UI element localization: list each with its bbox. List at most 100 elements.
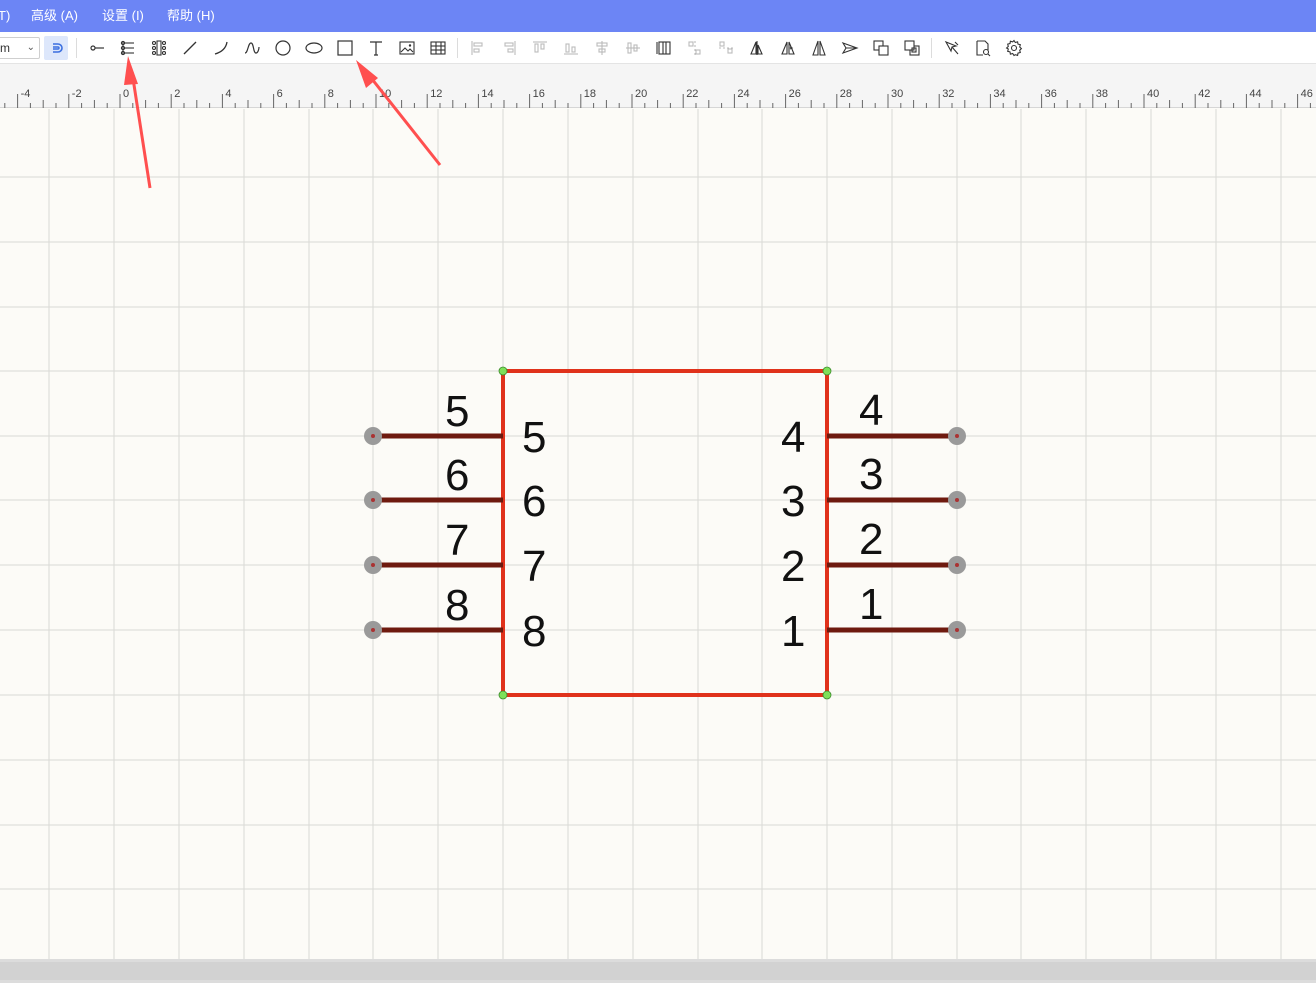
line-icon[interactable] — [178, 36, 202, 60]
pin-number-label: 1 — [859, 580, 884, 629]
pin-endpoint-dot — [371, 563, 375, 567]
ruler-label: 36 — [1044, 88, 1057, 100]
snap-magnet-icon[interactable] — [44, 36, 68, 60]
pin-endpoint-dot — [371, 628, 375, 632]
pin-name-label: 7 — [522, 542, 547, 591]
grid-align-icon[interactable] — [652, 36, 676, 60]
align-top-icon[interactable] — [528, 36, 552, 60]
chevron-down-icon: ⌄ — [26, 42, 35, 53]
mirror-icon[interactable] — [807, 36, 831, 60]
rectangle-icon[interactable] — [333, 36, 357, 60]
ellipse-icon[interactable] — [302, 36, 326, 60]
table-icon[interactable] — [426, 36, 450, 60]
scrollbar-thumb[interactable] — [0, 962, 1316, 980]
align-center-v-icon[interactable] — [621, 36, 645, 60]
symbol-check-icon[interactable] — [971, 36, 995, 60]
ruler-label: 44 — [1249, 88, 1262, 100]
ruler-label: 34 — [993, 88, 1006, 100]
pin-number-label: 5 — [445, 387, 470, 436]
text-icon[interactable] — [364, 36, 388, 60]
pin-name-label: 1 — [781, 607, 806, 656]
ruler-label: 28 — [839, 88, 853, 100]
bezier-icon[interactable] — [240, 36, 264, 60]
ruler-ticks — [4, 94, 1311, 108]
pin-name-label: 4 — [781, 413, 806, 462]
ruler-label: 38 — [1095, 88, 1109, 100]
pin-name-label: 2 — [781, 542, 806, 591]
toolbar-separator — [76, 38, 77, 58]
image-icon[interactable] — [395, 36, 419, 60]
ruler-label: 10 — [379, 88, 392, 100]
ruler-label: 12 — [430, 88, 443, 100]
unit-value: m — [0, 41, 10, 55]
multi-pin-icon[interactable] — [147, 36, 171, 60]
settings-icon[interactable] — [1002, 36, 1026, 60]
align-bottom-icon[interactable] — [559, 36, 583, 60]
ruler-label: 16 — [532, 88, 545, 100]
pin-endpoint-dot — [371, 434, 375, 438]
unit-select[interactable]: m ⌄ — [0, 37, 40, 59]
ruler-label: 26 — [788, 88, 801, 100]
ruler-label: 2 — [174, 88, 181, 100]
ruler-label: 14 — [481, 88, 494, 100]
align-center-h-icon[interactable] — [590, 36, 614, 60]
distribute-h-icon[interactable] — [683, 36, 707, 60]
symbol-body-rect — [501, 369, 829, 697]
pin-endpoint-dot — [955, 434, 959, 438]
align-right-icon[interactable] — [497, 36, 521, 60]
horizontal-ruler[interactable] — [0, 64, 1316, 108]
toolbar-separator — [931, 38, 932, 58]
ruler-label: 22 — [686, 88, 699, 100]
pin-endpoint-dot — [955, 628, 959, 632]
menu-settings[interactable]: 设置 (I) — [102, 0, 144, 32]
pin-name-label: 5 — [522, 413, 547, 462]
menu-advanced[interactable]: 高级 (A) — [31, 0, 78, 32]
pin-endpoint-dot — [955, 498, 959, 502]
send-backward-icon[interactable] — [900, 36, 924, 60]
symbol-drawing — [0, 109, 1316, 959]
horizontal-scrollbar[interactable] — [0, 959, 1316, 983]
pin-name-label: 8 — [522, 607, 547, 656]
vertex-handle — [498, 366, 508, 376]
ruler-label: -2 — [71, 88, 82, 100]
pin-manager-icon[interactable] — [940, 36, 964, 60]
circle-icon[interactable] — [271, 36, 295, 60]
pin-number-label: 2 — [859, 515, 884, 564]
bring-forward-icon[interactable] — [869, 36, 893, 60]
pin-number-label: 8 — [445, 581, 470, 630]
menubar: T) 高级 (A) 设置 (I) 帮助 (H) — [0, 0, 1316, 32]
menu-help[interactable]: 帮助 (H) — [167, 0, 215, 32]
ruler-label: -4 — [20, 88, 31, 100]
vertex-handle — [822, 690, 832, 700]
flip-vertical-icon[interactable] — [776, 36, 800, 60]
arc-icon[interactable] — [209, 36, 233, 60]
drawing-canvas[interactable]: 5 5 6 6 7 7 8 8 4 4 3 3 2 2 1 1 — [0, 109, 1316, 959]
toolbar-separator — [457, 38, 458, 58]
pin-number-label: 6 — [445, 451, 470, 500]
menu-edit[interactable]: T) — [0, 0, 10, 32]
ruler-label: 32 — [942, 88, 955, 100]
vertex-handle — [822, 366, 832, 376]
ruler-label: 4 — [225, 88, 232, 100]
ruler-label: 42 — [1198, 88, 1211, 100]
distribute-v-icon[interactable] — [714, 36, 738, 60]
pin-number-label: 4 — [859, 386, 884, 435]
flip-horizontal-icon[interactable] — [745, 36, 769, 60]
pin-array-icon[interactable] — [116, 36, 140, 60]
pin-number-label: 3 — [859, 450, 884, 499]
ruler-label: 6 — [276, 88, 283, 100]
ruler-label: 24 — [737, 88, 750, 100]
ruler-label: 20 — [635, 88, 648, 100]
pin-endpoint-dot — [371, 498, 375, 502]
toolbar: m ⌄ — [0, 32, 1316, 64]
align-left-icon[interactable] — [466, 36, 490, 60]
send-icon[interactable] — [838, 36, 862, 60]
pin-number-label: 7 — [445, 516, 470, 565]
ruler-label: 8 — [327, 88, 334, 100]
ruler-label: 18 — [583, 88, 597, 100]
ruler-label: 0 — [123, 88, 130, 100]
pin-icon[interactable] — [85, 36, 109, 60]
ruler-label: 40 — [1147, 88, 1160, 100]
pin-endpoint-dot — [955, 563, 959, 567]
vertex-handle — [498, 690, 508, 700]
